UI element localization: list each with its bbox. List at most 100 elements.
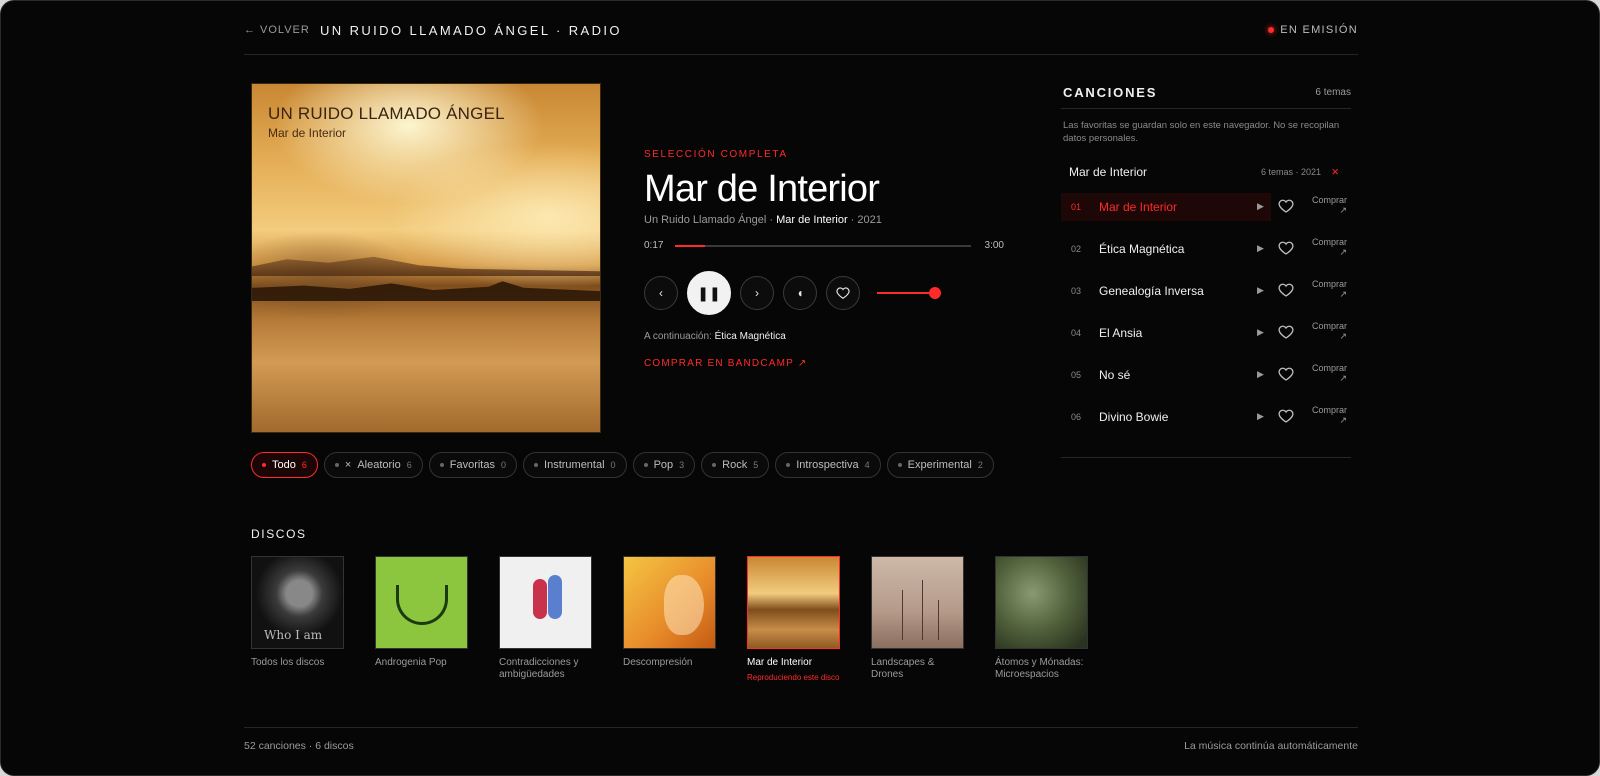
disc-mar-de-interior[interactable]: Mar de Interior Reproduciendo este disco <box>747 556 840 683</box>
progress-bar[interactable] <box>675 244 971 247</box>
buy-bandcamp-link[interactable]: COMPRAR EN BANDCAMP ↗ <box>644 358 1004 369</box>
songs-panel: CANCIONES 6 temas Las favoritas se guard… <box>1061 83 1351 458</box>
heart-icon[interactable] <box>1278 366 1294 382</box>
chip-label: Favoritas <box>449 459 495 471</box>
play-icon[interactable]: ▶ <box>1257 369 1264 380</box>
footer-stats: 52 canciones · 6 discos <box>244 740 354 752</box>
chip-dot <box>334 463 339 467</box>
buy-track-link[interactable]: Comprar ↗ <box>1311 279 1347 299</box>
track-name: Mar de Interior <box>1099 200 1178 214</box>
buy-track-link[interactable]: Comprar ↗ <box>1311 363 1347 383</box>
buy-track-link[interactable]: Comprar ↗ <box>1311 237 1347 257</box>
disc-name: Descompresión <box>623 657 693 668</box>
previous-button[interactable]: ‹ <box>644 276 678 310</box>
chip-label: Instrumental <box>544 459 605 471</box>
disc-thumb <box>375 556 468 649</box>
filter-instrumental[interactable]: Instrumental 0 <box>523 452 627 478</box>
disc-contradicciones[interactable]: Contradicciones y ambigüedades <box>499 556 592 683</box>
buy-track-label: Comprar <box>1311 363 1347 373</box>
chip-label: Experimental <box>907 459 972 471</box>
filter-rock[interactable]: Rock 5 <box>701 452 770 478</box>
heart-icon[interactable] <box>1278 408 1294 424</box>
player: SELECCIÓN COMPLETA Mar de Interior Un Ru… <box>644 149 1004 369</box>
play-icon[interactable]: ▶ <box>1257 411 1264 422</box>
disc-thumb-figure <box>548 575 562 619</box>
pause-button[interactable]: ❚❚ <box>687 271 731 315</box>
play-icon[interactable]: ▶ <box>1257 327 1264 338</box>
album-filter-row: Mar de Interior 6 temas · 2021 × <box>1061 163 1351 183</box>
filter-favoritas[interactable]: Favoritas 0 <box>428 452 518 478</box>
chip-label: Aleatorio <box>357 459 401 471</box>
filter-introspectiva[interactable]: Introspectiva 4 <box>775 452 881 478</box>
chip-label: Rock <box>722 459 748 471</box>
songs-panel-header: CANCIONES 6 temas <box>1061 83 1351 109</box>
track-artist: Un Ruido Llamado Ángel <box>644 214 767 226</box>
chip-dot <box>643 463 648 467</box>
disc-todos[interactable]: Who I am Todos los discos <box>251 556 344 683</box>
disc-thumb <box>623 556 716 649</box>
chip-dot <box>786 463 791 467</box>
filter-aleatorio[interactable]: × Aleatorio 6 <box>323 452 423 478</box>
heart-icon[interactable] <box>1278 198 1294 214</box>
selection-eyebrow: SELECCIÓN COMPLETA <box>644 149 788 160</box>
filter-todo[interactable]: Todo 6 <box>251 452 318 478</box>
disc-thumb-stem <box>922 580 923 640</box>
external-arrow-icon: ↗ <box>1339 373 1347 383</box>
track-row[interactable]: 01 Mar de Interior ▶ Comprar ↗ <box>1061 193 1351 235</box>
disc-thumb-shape <box>396 585 448 625</box>
track-album: Mar de Interior <box>776 214 848 226</box>
disc-atomos-monadas[interactable]: Átomos y Mónadas: Microespacios <box>995 556 1088 683</box>
chip-count: 4 <box>864 460 870 470</box>
songs-title: CANCIONES <box>1063 85 1158 100</box>
cover-rocks <box>252 281 600 301</box>
volume-knob[interactable] <box>929 287 941 299</box>
chip-dot <box>534 463 539 467</box>
disc-descompresion[interactable]: Descompresión <box>623 556 716 683</box>
chip-count: 3 <box>679 460 685 470</box>
album-filter-meta: 6 temas · 2021 <box>1260 167 1321 177</box>
heart-icon[interactable] <box>1278 240 1294 256</box>
disc-thumb <box>499 556 592 649</box>
heart-icon[interactable] <box>1278 324 1294 340</box>
footer: 52 canciones · 6 discos La música contin… <box>244 727 1358 752</box>
next-button[interactable]: › <box>740 276 774 310</box>
chip-count: 5 <box>753 460 759 470</box>
buy-track-label: Comprar <box>1311 237 1347 247</box>
buy-track-link[interactable]: Comprar ↗ <box>1311 405 1347 425</box>
heart-icon[interactable] <box>1278 282 1294 298</box>
disc-landscapes-drones[interactable]: Landscapes & Drones <box>871 556 964 683</box>
track-name: Ética Magnética <box>1099 242 1185 256</box>
disc-thumb-stem <box>938 600 939 640</box>
play-icon[interactable]: ▶ <box>1257 201 1264 212</box>
chip-count: 6 <box>301 460 307 470</box>
album-cover: UN RUIDO LLAMADO ÁNGEL Mar de Interior <box>251 83 601 433</box>
app-window: ← VOLVER UN RUIDO LLAMADO ÁNGEL · RADIO … <box>0 0 1600 776</box>
chevron-right-icon: › <box>755 286 759 300</box>
track-name: No sé <box>1099 368 1131 382</box>
track-row[interactable]: 06 Divino Bowie ▶ Comprar ↗ <box>1061 403 1351 445</box>
play-icon[interactable]: ▶ <box>1257 243 1264 254</box>
track-meta: Un Ruido Llamado Ángel · Mar de Interior… <box>644 214 882 226</box>
filter-experimental[interactable]: Experimental 2 <box>886 452 994 478</box>
disc-androgenia-pop[interactable]: Androgenia Pop <box>375 556 468 683</box>
back-button[interactable]: ← VOLVER <box>244 24 310 36</box>
track-row[interactable]: 04 El Ansia ▶ Comprar ↗ <box>1061 319 1351 361</box>
buy-track-link[interactable]: Comprar ↗ <box>1311 321 1347 341</box>
volume-slider[interactable] <box>877 287 941 299</box>
theme-toggle-button[interactable]: ◖ <box>783 276 817 310</box>
track-row[interactable]: 02 Ética Magnética ▶ Comprar ↗ <box>1061 235 1351 277</box>
external-arrow-icon: ↗ <box>1339 415 1347 425</box>
external-arrow-icon: ↗ <box>1339 331 1347 341</box>
disc-thumb <box>747 556 840 649</box>
filter-pop[interactable]: Pop 3 <box>632 452 696 478</box>
buy-track-link[interactable]: Comprar ↗ <box>1311 195 1347 215</box>
disc-thumb-face <box>664 575 704 635</box>
footer-autoplay-note: La música continúa automáticamente <box>1184 740 1358 752</box>
play-icon[interactable]: ▶ <box>1257 285 1264 296</box>
favorite-button[interactable] <box>826 276 860 310</box>
close-icon[interactable]: × <box>1331 164 1339 179</box>
elapsed-time: 0:17 <box>644 240 664 251</box>
track-row[interactable]: 05 No sé ▶ Comprar ↗ <box>1061 361 1351 403</box>
track-row[interactable]: 03 Genealogía Inversa ▶ Comprar ↗ <box>1061 277 1351 319</box>
on-air-indicator: EN EMISIÓN <box>1268 24 1358 36</box>
